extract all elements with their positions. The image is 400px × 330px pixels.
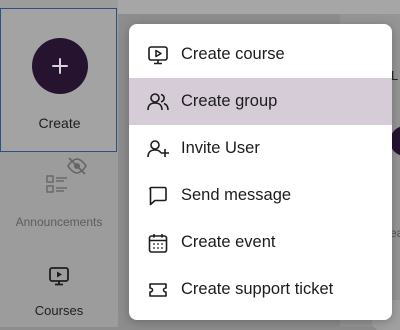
- create-menu: Create course Create group Invite User S…: [129, 24, 392, 320]
- announcements-label[interactable]: Announcements: [0, 215, 118, 229]
- content-header-strip: [118, 0, 400, 14]
- create-button[interactable]: [32, 38, 88, 94]
- menu-item-label: Create group: [181, 92, 278, 110]
- calendar-icon: [146, 231, 170, 255]
- menu-item-label: Create course: [181, 45, 285, 63]
- menu-item-label: Create support ticket: [181, 280, 334, 298]
- courses-label[interactable]: Courses: [0, 303, 118, 318]
- presentation-icon: [146, 43, 170, 67]
- create-tile[interactable]: Create: [0, 8, 117, 152]
- menu-item-create-support-ticket[interactable]: Create support ticket: [129, 266, 392, 313]
- menu-item-label: Send message: [181, 186, 292, 204]
- ticket-icon: [146, 278, 170, 302]
- menu-item-label: Create event: [181, 233, 276, 251]
- menu-item-create-group[interactable]: Create group: [129, 78, 392, 125]
- menu-item-create-event[interactable]: Create event: [129, 219, 392, 266]
- menu-item-label: Invite User: [181, 139, 260, 157]
- right-panel-text: L: [391, 68, 399, 83]
- sidebar: Create Announcements Courses: [0, 0, 118, 327]
- create-label: Create: [38, 115, 81, 131]
- users-icon: [146, 90, 170, 114]
- menu-item-invite-user[interactable]: Invite User: [129, 125, 392, 172]
- message-icon: [146, 184, 170, 208]
- courses-icon[interactable]: [48, 265, 70, 287]
- menu-item-create-course[interactable]: Create course: [129, 31, 392, 78]
- announcements-icon[interactable]: [44, 172, 70, 198]
- menu-item-send-message[interactable]: Send message: [129, 172, 392, 219]
- user-plus-icon: [146, 137, 170, 161]
- plus-icon: [52, 58, 68, 74]
